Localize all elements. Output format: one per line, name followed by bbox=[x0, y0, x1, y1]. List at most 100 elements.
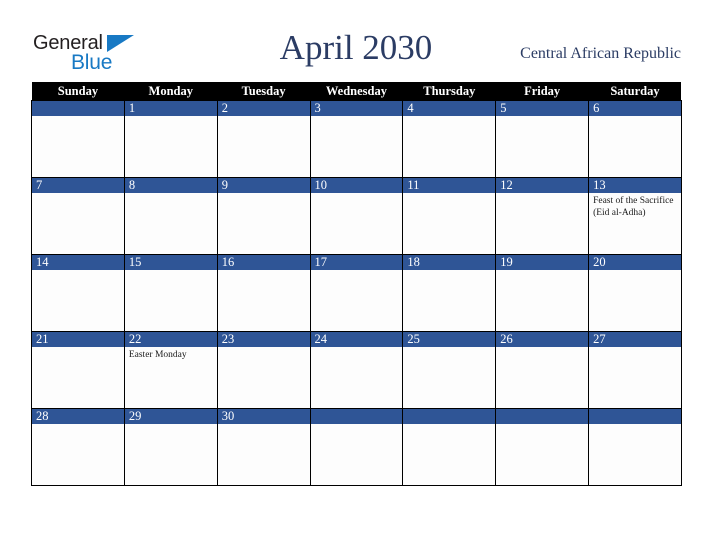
calendar-day-cell[interactable]: 28 bbox=[31, 408, 125, 486]
calendar-day-cell[interactable]: 27 bbox=[588, 331, 682, 409]
day-events bbox=[403, 193, 495, 196]
calendar-day-cell[interactable]: 11 bbox=[402, 177, 497, 255]
day-number bbox=[310, 409, 403, 424]
weekday-header-row: Sunday Monday Tuesday Wednesday Thursday Frid… bbox=[31, 82, 682, 101]
calendar-day-cell[interactable]: 22 Easter Monday bbox=[123, 331, 218, 409]
holiday-label: Feast of the Sacrifice (Eid al-Adha) bbox=[593, 196, 674, 218]
calendar-day-cell[interactable]: 15 bbox=[123, 254, 218, 332]
calendar-day-cell[interactable]: 25 bbox=[402, 331, 497, 409]
day-number: 26 bbox=[496, 332, 589, 347]
calendar-day-cell[interactable]: 1 bbox=[123, 100, 218, 178]
day-number: 4 bbox=[403, 101, 496, 116]
calendar-day-cell[interactable]: 10 bbox=[309, 177, 404, 255]
calendar-day-cell[interactable]: 7 bbox=[31, 177, 125, 255]
day-events bbox=[125, 193, 217, 196]
day-number bbox=[32, 101, 124, 116]
calendar-day-cell[interactable]: 3 bbox=[309, 100, 404, 178]
day-events bbox=[311, 116, 403, 119]
calendar-day-cell[interactable]: 8 bbox=[123, 177, 218, 255]
calendar-day-cell[interactable]: 18 bbox=[402, 254, 497, 332]
calendar-day-cell[interactable]: 26 bbox=[495, 331, 590, 409]
calendar-empty-cell bbox=[588, 408, 682, 486]
day-number: 2 bbox=[217, 101, 310, 116]
calendar-day-cell[interactable]: 16 bbox=[216, 254, 311, 332]
day-events: Easter Monday bbox=[125, 347, 217, 362]
day-number: 17 bbox=[310, 255, 403, 270]
day-number: 5 bbox=[496, 101, 589, 116]
calendar-day-cell[interactable]: 17 bbox=[309, 254, 404, 332]
general-blue-logo[interactable]: General Blue bbox=[33, 32, 163, 76]
calendar-day-cell[interactable]: 24 bbox=[309, 331, 404, 409]
day-number: 10 bbox=[310, 178, 403, 193]
calendar-day-cell[interactable]: 30 bbox=[216, 408, 311, 486]
calendar-day-cell[interactable]: 21 bbox=[31, 331, 125, 409]
day-events bbox=[32, 270, 124, 273]
calendar-day-cell[interactable]: 19 bbox=[495, 254, 590, 332]
day-events bbox=[218, 116, 310, 119]
calendar-day-cell[interactable]: 4 bbox=[402, 100, 497, 178]
calendar-day-cell[interactable]: 9 bbox=[216, 177, 311, 255]
weekday-header-thursday: Thursday bbox=[402, 82, 496, 101]
day-events bbox=[403, 270, 495, 273]
day-number: 14 bbox=[32, 255, 124, 270]
calendar-day-cell[interactable]: 13 Feast of the Sacrifice (Eid al-Adha) bbox=[588, 177, 682, 255]
day-events bbox=[589, 424, 681, 427]
day-number: 24 bbox=[310, 332, 403, 347]
day-events bbox=[403, 347, 495, 350]
page-title: April 2030 bbox=[279, 28, 433, 67]
day-number bbox=[496, 409, 589, 424]
weekday-header-sunday: Sunday bbox=[31, 82, 125, 101]
day-events bbox=[589, 116, 681, 119]
day-events bbox=[32, 347, 124, 350]
calendar-day-cell[interactable]: 14 bbox=[31, 254, 125, 332]
day-events bbox=[589, 270, 681, 273]
day-events bbox=[311, 424, 403, 427]
calendar-week-row: 123456 bbox=[31, 100, 682, 178]
page-header: General Blue April 2030 Central African … bbox=[0, 0, 712, 82]
day-events bbox=[496, 193, 588, 196]
day-number: 13 bbox=[589, 178, 681, 193]
day-events bbox=[496, 270, 588, 273]
calendar-empty-cell bbox=[309, 408, 404, 486]
calendar-week-row: 28 29 30 bbox=[31, 408, 682, 486]
calendar-container: Sunday Monday Tuesday Wednesday Thursday Frid… bbox=[31, 82, 682, 486]
calendar-day-cell[interactable]: 20 bbox=[588, 254, 682, 332]
calendar-day-cell[interactable]: 23 bbox=[216, 331, 311, 409]
day-events bbox=[218, 424, 310, 427]
day-number: 25 bbox=[403, 332, 496, 347]
country-label: Central African Republic bbox=[520, 45, 681, 62]
calendar-week-row: 14 15 16 17 18 19 20 bbox=[31, 254, 682, 332]
day-events bbox=[125, 116, 217, 119]
day-events bbox=[496, 424, 588, 427]
day-number: 1 bbox=[124, 101, 217, 116]
day-number: 19 bbox=[496, 255, 589, 270]
day-events bbox=[125, 270, 217, 273]
calendar-day-cell[interactable]: 29 bbox=[123, 408, 218, 486]
day-number: 18 bbox=[403, 255, 496, 270]
calendar-day-cell[interactable]: 12 bbox=[495, 177, 590, 255]
day-events bbox=[496, 116, 588, 119]
day-events bbox=[125, 424, 217, 427]
holiday-label: Easter Monday bbox=[128, 350, 187, 360]
calendar-day-cell[interactable]: 6 bbox=[588, 100, 682, 178]
day-events bbox=[403, 116, 495, 119]
day-number: 8 bbox=[124, 178, 217, 193]
calendar-day-cell[interactable]: 5 bbox=[495, 100, 590, 178]
day-number: 16 bbox=[217, 255, 310, 270]
day-events bbox=[311, 270, 403, 273]
day-events bbox=[32, 424, 124, 427]
day-events bbox=[218, 347, 310, 350]
calendar-day-cell[interactable]: 2 bbox=[216, 100, 311, 178]
day-events bbox=[32, 193, 124, 196]
day-events bbox=[218, 270, 310, 273]
day-number: 6 bbox=[589, 101, 681, 116]
day-number: 11 bbox=[403, 178, 496, 193]
day-number: 29 bbox=[124, 409, 217, 424]
calendar-table: Sunday Monday Tuesday Wednesday Thursday Frid… bbox=[31, 82, 682, 486]
day-number: 20 bbox=[589, 255, 681, 270]
day-events bbox=[589, 347, 681, 350]
day-number: 3 bbox=[310, 101, 403, 116]
day-number: 15 bbox=[124, 255, 217, 270]
logo-text-blue: Blue bbox=[71, 51, 113, 74]
day-number: 23 bbox=[217, 332, 310, 347]
